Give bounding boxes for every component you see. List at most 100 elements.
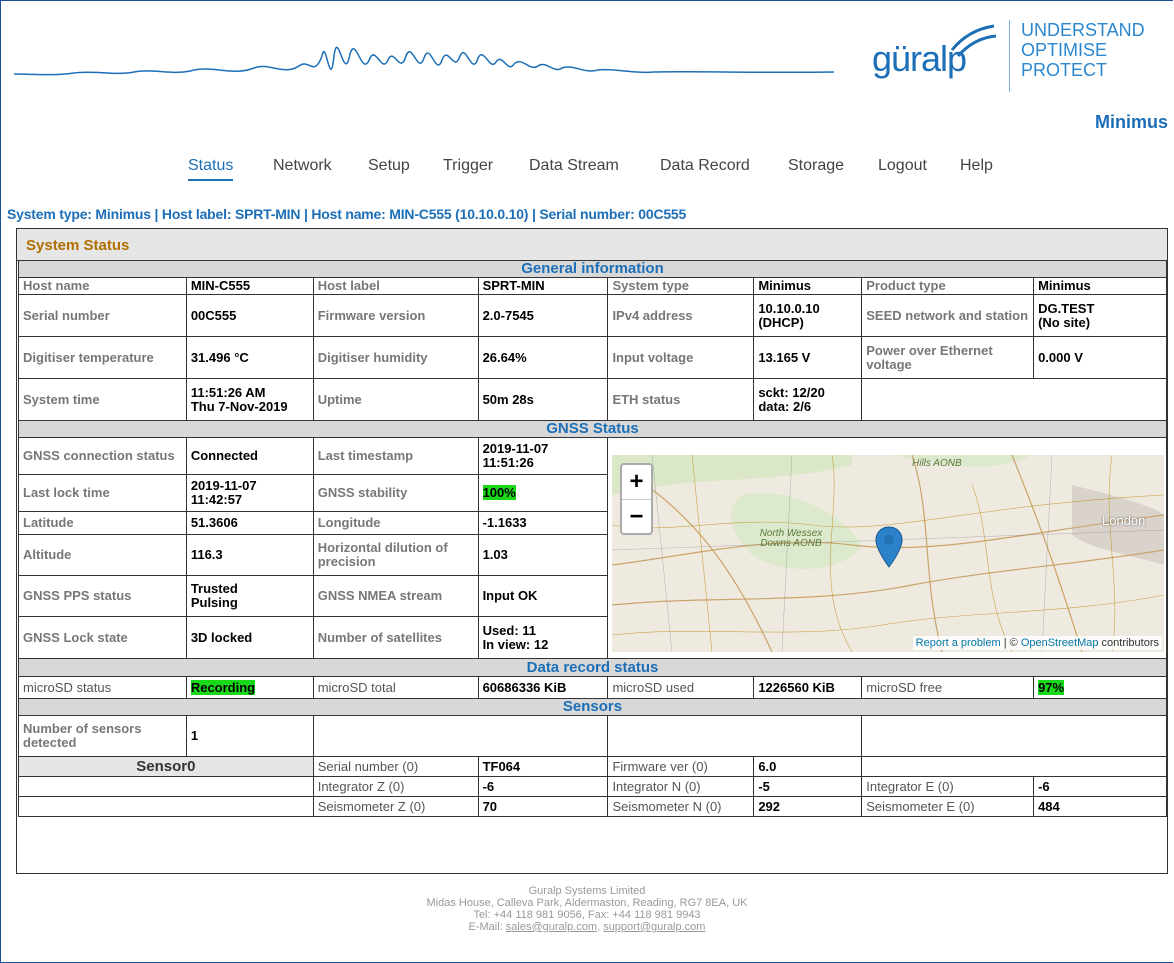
serial-number-label: Serial number: [18, 294, 187, 337]
gnss-nmea-value: Input OK: [477, 575, 609, 617]
system-status-title-bar: System Status: [17, 229, 1167, 261]
openstreetmap-link[interactable]: OpenStreetMap: [1021, 637, 1099, 649]
section-sensors: Sensors: [18, 698, 1167, 716]
empty-cell: [18, 776, 314, 797]
footer-address: Midas House, Calleva Park, Aldermaston, …: [426, 897, 748, 909]
nav-help[interactable]: Help: [960, 157, 993, 175]
eth-status-value: sckt: 12/20 data: 2/6: [753, 378, 863, 421]
satellites-label: Number of satellites: [312, 616, 479, 659]
attribution-separator: | ©: [1000, 637, 1021, 649]
product-type-value: Minimus: [1033, 277, 1167, 295]
gnss-pps-line-1: Trusted: [190, 581, 238, 596]
gnss-pps-value: Trusted Pulsing: [185, 575, 314, 617]
eth-status-line-1: sckt: 12/20: [758, 384, 825, 400]
last-timestamp-date: 2019-11-07: [482, 441, 549, 456]
location-pin-icon[interactable]: [874, 525, 904, 569]
report-problem-link[interactable]: Report a problem: [916, 637, 1001, 649]
microsd-status-value: Recording: [185, 676, 314, 699]
support-email-link[interactable]: support@guralp.com: [603, 921, 705, 933]
host-name-value: MIN-C555: [185, 277, 314, 295]
ipv4-address-line-1: 10.10.0.10: [758, 300, 820, 316]
integrator-n-value: -5: [753, 776, 863, 797]
footer: Guralp Systems Limited Midas House, Call…: [0, 885, 1174, 933]
gnss-pps-label: GNSS PPS status: [18, 575, 187, 617]
seismometer-n-label: Seismometer N (0): [607, 796, 755, 817]
eth-status-label: ETH status: [607, 378, 755, 421]
empty-cell: [18, 796, 314, 817]
hdop-label: Horizontal dilution of precision: [312, 534, 479, 576]
latitude-label: Latitude: [18, 511, 187, 535]
longitude-label: Longitude: [312, 511, 479, 535]
input-voltage-value: 13.165 V: [753, 336, 863, 379]
sensors-count-label: Number of sensors detected: [18, 715, 187, 757]
gnss-stability-value: 100%: [477, 474, 609, 512]
guralp-logo-icon: [950, 24, 997, 58]
poe-voltage-value: 0.000 V: [1033, 336, 1167, 379]
integrator-z-label: Integrator Z (0): [312, 776, 479, 797]
main-nav: Status Network Setup Trigger Data Stream…: [0, 157, 1174, 187]
nav-storage[interactable]: Storage: [788, 157, 844, 175]
tagline: UNDERSTAND OPTIMISE PROTECT: [1021, 20, 1145, 80]
altitude-label: Altitude: [18, 534, 187, 576]
empty-cell: [312, 715, 609, 757]
seismic-wave-logo: [14, 46, 834, 76]
satellites-value: Used: 11 In view: 12: [477, 616, 609, 659]
microsd-total-value: 60686336 KiB: [477, 676, 609, 699]
seed-network-value: DG.TEST (No site): [1033, 294, 1167, 337]
gnss-lock-state-label: GNSS Lock state: [18, 616, 187, 659]
empty-cell: [607, 715, 863, 757]
digitiser-temperature-label: Digitiser temperature: [18, 336, 187, 379]
last-lock-time-value: 2019-11-07 11:42:57: [185, 474, 314, 512]
section-data-record-status: Data record status: [18, 658, 1167, 677]
microsd-free-value: 97%: [1033, 676, 1167, 699]
map-zoom-control: + −: [620, 463, 653, 535]
nav-data-stream[interactable]: Data Stream: [529, 157, 619, 175]
last-timestamp-value: 2019-11-07 11:51:26: [477, 437, 609, 475]
gnss-location-map[interactable]: Hills AONB North Wessex Downs AONB Londo…: [612, 455, 1164, 652]
nav-network[interactable]: Network: [273, 157, 332, 175]
host-name-label: Host name: [18, 277, 187, 295]
firmware-version-value: 2.0-7545: [477, 294, 609, 337]
empty-cell: [861, 715, 1167, 757]
seismometer-z-value: 70: [477, 796, 609, 817]
integrator-e-value: -6: [1033, 776, 1167, 797]
nav-status[interactable]: Status: [188, 157, 234, 181]
sensor-serial-label: Serial number (0): [312, 756, 479, 777]
product-name: Minimus: [1094, 112, 1168, 132]
system-summary: System type: Minimus | Host label: SPRT-…: [7, 206, 687, 222]
tagline-divider: [1009, 20, 1010, 92]
footer-email-prefix: E-Mail:: [468, 921, 506, 933]
zoom-out-button[interactable]: −: [622, 500, 651, 534]
microsd-total-label: microSD total: [312, 676, 479, 699]
header: güralp UNDERSTAND OPTIMISE PROTECT Minim…: [0, 0, 1174, 132]
host-label-label: Host label: [312, 277, 479, 295]
ipv4-address-value: 10.10.0.10 (DHCP): [753, 294, 863, 337]
nav-logout[interactable]: Logout: [878, 157, 927, 175]
gnss-pps-line-2: Pulsing: [190, 595, 238, 610]
system-time-line-1: 11:51:26 AM: [190, 384, 266, 400]
seismometer-e-label: Seismometer E (0): [861, 796, 1035, 817]
system-time-label: System time: [18, 378, 187, 421]
poe-voltage-label: Power over Ethernet voltage: [861, 336, 1035, 379]
last-timestamp-label: Last timestamp: [312, 437, 479, 475]
microsd-status-label: microSD status: [18, 676, 187, 699]
integrator-z-value: -6: [477, 776, 609, 797]
system-status-title: System Status: [26, 237, 130, 254]
zoom-in-button[interactable]: +: [622, 465, 651, 500]
tagline-line-2: OPTIMISE: [1021, 40, 1108, 60]
map-label-london: London: [1102, 513, 1146, 528]
microsd-free-badge: 97%: [1038, 679, 1065, 695]
nav-data-record[interactable]: Data Record: [660, 157, 750, 175]
gnss-connection-label: GNSS connection status: [18, 437, 187, 475]
last-timestamp-time: 11:51:26: [482, 455, 534, 470]
system-time-line-2: Thu 7-Nov-2019: [190, 398, 288, 414]
sales-email-link[interactable]: sales@guralp.com: [506, 921, 597, 933]
nav-trigger[interactable]: Trigger: [443, 157, 493, 175]
host-label-value: SPRT-MIN: [477, 277, 609, 295]
digitiser-humidity-value: 26.64%: [477, 336, 609, 379]
footer-email: E-Mail: sales@guralp.com, support@guralp…: [0, 921, 1174, 933]
satellites-used: Used: 11: [482, 622, 537, 638]
nav-setup[interactable]: Setup: [368, 157, 410, 175]
last-lock-time-label: Last lock time: [18, 474, 187, 512]
digitiser-humidity-label: Digitiser humidity: [312, 336, 479, 379]
